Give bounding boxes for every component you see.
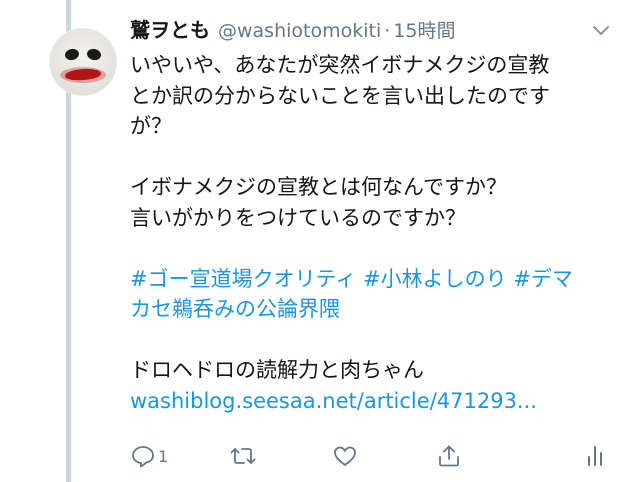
separator-dot: · [384,20,391,42]
tweet-line: が？ [130,114,172,138]
reply-icon [132,446,154,468]
tweet-header: 鷲ヲとも @washiotomokiti · 15時間 [130,14,455,43]
hashtag-link[interactable]: #ゴー宣道場クオリティ [130,267,356,291]
url-link[interactable]: washiblog.seesaa.net/article/471293... [130,389,537,413]
reply-button[interactable]: 1 [130,440,168,472]
tweet-text: いやいや、あなたが突然イボナメクジの宣教 とか訳の分からないことを言い出したので… [130,50,610,416]
tweet-menu-button[interactable] [590,22,612,38]
hashtag-link[interactable]: #小林よしのり [363,267,507,291]
tweet-line: 言いがかりをつけているのですか？ [130,205,466,230]
avatar[interactable] [49,28,117,96]
tweet-timestamp[interactable]: 15時間 [393,16,455,43]
reply-count: 1 [158,446,169,466]
analytics-button[interactable] [582,440,608,472]
analytics-icon [588,446,602,466]
hashtag-line: #ゴー宣道場クオリティ #小林よしのり #デマ [130,264,610,295]
share-icon [439,445,459,467]
display-name[interactable]: 鷲ヲとも [130,14,210,43]
hashtag-link[interactable]: #デマ [513,267,573,291]
tweet-line: とか訳の分からないことを言い出したのです [130,83,550,108]
avatar-left-eye [64,47,80,62]
chevron-down-icon [593,26,609,35]
tweet-line: ドロヘドロの読解力と肉ちゃん [130,358,424,382]
retweet-icon [230,448,256,464]
heart-icon [334,446,356,466]
retweet-button[interactable] [230,440,256,472]
tweet-line: いやいや、あなたが突然イボナメクジの宣教 [130,53,550,77]
hashtag-link-continued[interactable]: カセ鵜呑みの公論界隈 [130,297,340,321]
tweet-link-line: washiblog.seesaa.net/article/471293... [130,386,610,417]
tweet-actions: 1 [130,440,610,472]
avatar-right-eye [86,47,102,62]
hashtag-line: カセ鵜呑みの公論界隈 [130,294,610,325]
share-button[interactable] [436,440,462,472]
user-handle[interactable]: @washiotomokiti [218,20,381,42]
tweet-line: イボナメクジの宣教とは何なんですか？ [130,175,507,199]
like-button[interactable] [332,440,358,472]
